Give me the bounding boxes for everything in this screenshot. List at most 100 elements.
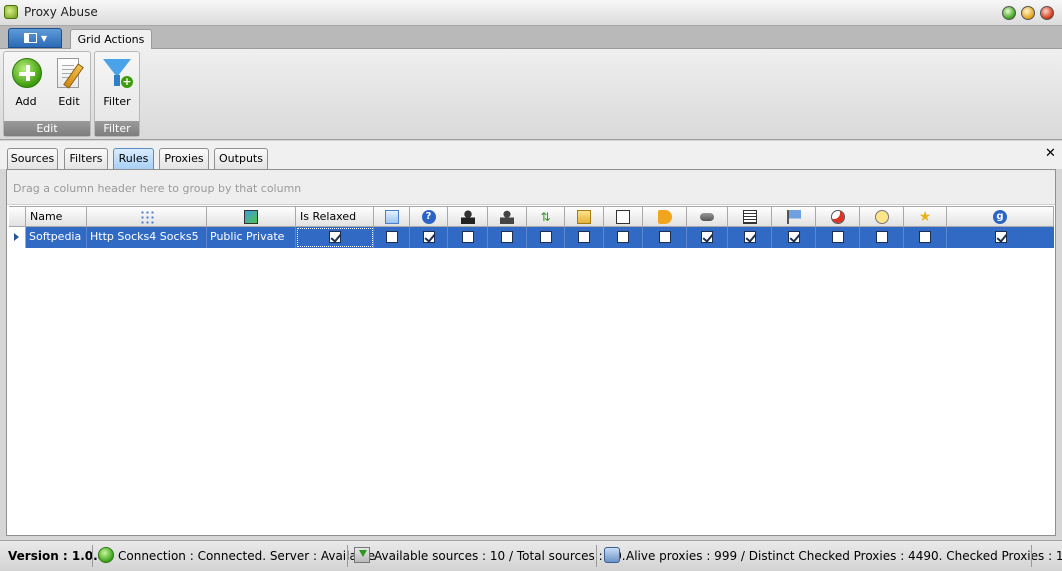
cell-flag-9[interactable]: [687, 227, 728, 248]
window-title: Proxy Abuse: [24, 5, 98, 19]
header-col-2[interactable]: ?: [410, 206, 448, 227]
close-button[interactable]: [1040, 6, 1054, 20]
flag-checkbox[interactable]: [919, 231, 931, 243]
add-label: Add: [15, 95, 37, 108]
flag-checkbox[interactable]: [701, 231, 713, 243]
filter-label: Filter: [103, 95, 131, 108]
flag-checkbox[interactable]: [831, 231, 844, 243]
header-col-4[interactable]: [488, 206, 527, 227]
flag-checkbox[interactable]: [422, 231, 435, 243]
header-visibility[interactable]: [207, 206, 296, 227]
cell-flag-6[interactable]: [565, 227, 604, 248]
header-protocols[interactable]: [87, 206, 207, 227]
header-is-relaxed[interactable]: Is Relaxed: [296, 206, 374, 227]
dropdown-arrow-icon: ▼: [41, 34, 48, 43]
flag-checkbox[interactable]: [539, 231, 552, 243]
table-row[interactable]: Softpedia Http Socks4 Socks5 Public Priv…: [9, 227, 1054, 248]
header-col-3[interactable]: [448, 206, 488, 227]
close-tab-icon[interactable]: ✕: [1045, 146, 1056, 161]
header-col-12[interactable]: [816, 206, 860, 227]
add-button[interactable]: Add: [6, 56, 46, 112]
abacus-icon: [742, 210, 757, 224]
spy-icon: [460, 210, 475, 224]
tab-outputs[interactable]: Outputs: [214, 148, 268, 169]
tab-filters[interactable]: Filters: [64, 148, 108, 169]
header-col-10[interactable]: [728, 206, 772, 227]
cell-flag-14[interactable]: [904, 227, 947, 248]
flag-checkbox[interactable]: [787, 231, 800, 243]
flag-checkbox[interactable]: [875, 231, 888, 243]
cell-flag-8[interactable]: [643, 227, 687, 248]
tag-icon: [657, 210, 672, 224]
header-col-11[interactable]: [772, 206, 816, 227]
status-separator: [92, 545, 93, 567]
ribbon: Add Edit Edit + Filter Filter: [0, 49, 1062, 140]
filter-button[interactable]: + Filter: [97, 56, 137, 112]
status-separator: [596, 545, 597, 567]
cell-is-relaxed[interactable]: [296, 227, 374, 248]
header-name[interactable]: Name: [26, 206, 87, 227]
header-col-9[interactable]: [687, 206, 728, 227]
rules-grid: Drag a column header here to group by th…: [6, 169, 1056, 536]
status-separator: [347, 545, 348, 567]
header-col-5[interactable]: ⇅: [527, 206, 565, 227]
header-col-14[interactable]: ★: [904, 206, 947, 227]
flag-checkbox[interactable]: [617, 231, 629, 243]
cell-name[interactable]: Softpedia: [26, 227, 87, 248]
flag-checkbox[interactable]: [578, 231, 590, 243]
header-col-13[interactable]: [860, 206, 904, 227]
flag-checkbox[interactable]: [501, 231, 513, 243]
help-icon: ?: [421, 210, 436, 224]
cell-flag-12[interactable]: [816, 227, 860, 248]
flag-icon: [786, 210, 801, 224]
minimize-button[interactable]: [1002, 6, 1016, 20]
cell-flag-10[interactable]: [728, 227, 772, 248]
tab-proxies[interactable]: Proxies: [159, 148, 209, 169]
cell-flag-15[interactable]: [947, 227, 1054, 248]
layout-icon: [24, 33, 37, 43]
cell-visibility[interactable]: Public Private: [207, 227, 296, 248]
cell-flag-7[interactable]: [604, 227, 643, 248]
row-indicator-icon: [9, 227, 26, 248]
cell-flag-1[interactable]: [374, 227, 410, 248]
group-by-panel[interactable]: Drag a column header here to group by th…: [7, 170, 1055, 205]
edit-label: Edit: [58, 95, 80, 108]
cell-flag-5[interactable]: [527, 227, 565, 248]
tab-sources[interactable]: Sources: [7, 148, 58, 169]
cell-flag-2[interactable]: [410, 227, 448, 248]
flag-checkbox[interactable]: [385, 231, 398, 243]
edit-icon: [57, 58, 79, 88]
ribbon-tab-grid-actions[interactable]: Grid Actions: [70, 29, 152, 50]
clock-cancel-icon: [830, 210, 845, 224]
header-col-8[interactable]: [643, 206, 687, 227]
connection-status: Connection : Connected. Server : Availab…: [118, 549, 376, 563]
status-separator: [1031, 545, 1032, 567]
is-relaxed-checkbox[interactable]: [328, 231, 341, 243]
flag-checkbox[interactable]: [743, 231, 756, 243]
header-col-7[interactable]: [604, 206, 643, 227]
user-icon: [500, 210, 514, 224]
header-col-6[interactable]: [565, 206, 604, 227]
cell-flag-4[interactable]: [488, 227, 527, 248]
header-col-15[interactable]: g: [947, 206, 1054, 227]
application-menu-button[interactable]: ▼: [8, 28, 62, 48]
cell-flag-11[interactable]: [772, 227, 816, 248]
cell-flag-3[interactable]: [448, 227, 488, 248]
sort-arrows-icon: ⇅: [540, 210, 551, 224]
flag-checkbox[interactable]: [994, 231, 1007, 243]
maximize-button[interactable]: [1021, 6, 1035, 20]
flag-checkbox[interactable]: [658, 231, 671, 243]
title-bar: Proxy Abuse: [0, 0, 1062, 26]
column-header-row: Name Is Relaxed ? ⇅ ★ g: [9, 206, 1054, 227]
flag-checkbox[interactable]: [461, 231, 474, 243]
monitor-icon: [244, 210, 258, 224]
pipe-icon: [700, 213, 714, 221]
ribbon-group-filter: + Filter Filter: [94, 51, 140, 137]
edit-button[interactable]: Edit: [49, 56, 89, 112]
cell-flag-13[interactable]: [860, 227, 904, 248]
header-col-1[interactable]: [374, 206, 410, 227]
add-icon: [12, 58, 42, 88]
cell-protocols[interactable]: Http Socks4 Socks5: [87, 227, 207, 248]
tab-rules[interactable]: Rules: [113, 148, 154, 169]
header-indicator: [9, 206, 26, 227]
